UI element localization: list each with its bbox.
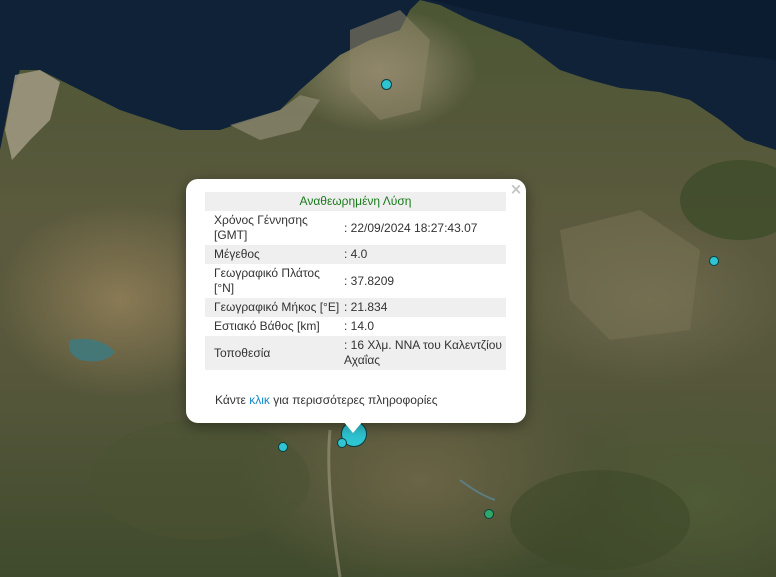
quake-marker-east[interactable] [709,256,719,266]
row-value-depth: : 14.0 [344,319,375,333]
more-info-link[interactable]: κλικ [249,393,270,407]
quake-marker-north[interactable] [381,79,392,90]
row-label-longitude: Γεωγραφικό Μήκος [°E] [205,298,341,317]
row-label-latitude: Γεωγραφικό Πλάτος [°N] [214,266,320,295]
row-label-magnitude: Μέγεθος [205,245,341,264]
row-value-magnitude: : 4.0 [341,245,506,264]
row-label-location: Τοποθεσία [205,336,341,370]
footer-suffix: για περισσότερες πληροφορίες [273,393,438,407]
row-value-latitude: : 37.8209 [344,273,395,288]
row-value-longitude: : 21.834 [341,298,506,317]
quake-marker-near-selected[interactable] [337,438,347,448]
footer-prefix: Κάντε [215,393,246,407]
popup-title: Αναθεωρημένη Λύση [205,192,506,211]
row-value-location: : 16 Χλμ. ΝΝΑ του Καλεντζίου Αχαΐας [341,336,506,370]
earthquake-details-table: Αναθεωρημένη Λύση Χρόνος Γέννησης [GMT] … [205,192,506,370]
quake-marker-west[interactable] [278,442,288,452]
row-label-origin-time: Χρόνος Γέννησης [GMT] [214,213,308,242]
close-icon[interactable]: × [509,181,523,197]
quake-marker-south[interactable] [484,509,494,519]
popup-pointer [343,421,363,433]
more-info-footer: Κάντε κλικ για περισσότερες πληροφορίες [215,393,438,407]
row-label-depth: Εστιακό Βάθος [km] [214,319,320,333]
row-value-origin-time: : 22/09/2024 18:27:43.07 [344,220,478,235]
